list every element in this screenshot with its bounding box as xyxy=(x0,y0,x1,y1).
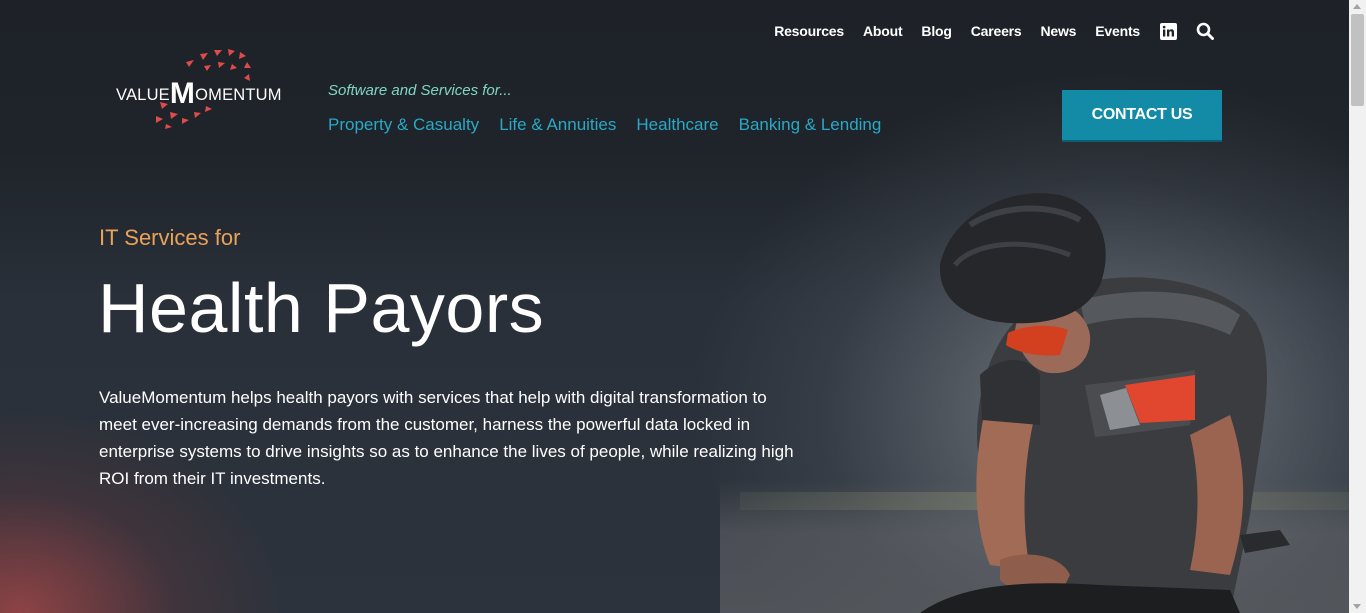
logo-suffix: OMENTUM xyxy=(195,86,282,104)
hero-description: ValueMomentum helps health payors with s… xyxy=(99,388,794,488)
search-icon[interactable] xyxy=(1196,22,1214,40)
linkedin-icon[interactable] xyxy=(1159,22,1177,40)
nav-blog[interactable]: Blog xyxy=(921,23,952,39)
main-nav: Property & Casualty Life & Annuities Hea… xyxy=(328,115,881,135)
nav-tagline: Software and Services for... xyxy=(328,82,512,99)
logo-prefix: VALUE xyxy=(116,86,170,104)
nav-healthcare[interactable]: Healthcare xyxy=(636,115,718,135)
page-scrollbar[interactable] xyxy=(1349,0,1366,613)
nav-resources[interactable]: Resources xyxy=(774,23,844,39)
nav-banking-lending[interactable]: Banking & Lending xyxy=(739,115,882,135)
nav-about[interactable]: About xyxy=(863,23,903,39)
utility-nav: Resources About Blog Careers News Events xyxy=(774,22,1214,40)
contact-us-button[interactable]: CONTACT US xyxy=(1062,90,1222,140)
logo-m: M xyxy=(169,77,196,110)
hero-eyebrow: IT Services for xyxy=(99,225,241,250)
nav-property-casualty[interactable]: Property & Casualty xyxy=(328,115,479,135)
valuemomentum-logo[interactable]: VALUEMOMENTUM xyxy=(108,44,288,134)
hero-title: Health Payors xyxy=(98,269,545,347)
nav-life-annuities[interactable]: Life & Annuities xyxy=(499,115,616,135)
nav-news[interactable]: News xyxy=(1041,23,1077,39)
nav-events[interactable]: Events xyxy=(1095,23,1140,39)
scroll-thumb[interactable] xyxy=(1351,14,1364,106)
cyclist-image xyxy=(920,193,1290,613)
scroll-up-arrow-icon[interactable] xyxy=(1353,4,1361,9)
logo-wordmark: VALUEMOMENTUM xyxy=(116,74,282,110)
page: Resources About Blog Careers News Events xyxy=(0,0,1349,613)
nav-careers[interactable]: Careers xyxy=(971,23,1022,39)
scroll-down-arrow-icon[interactable] xyxy=(1353,604,1361,609)
